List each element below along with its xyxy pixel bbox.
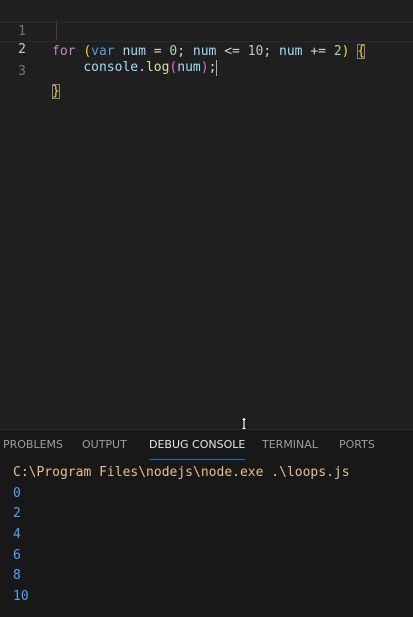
function-name: log xyxy=(145,60,170,75)
code-line-1[interactable]: 1 for (var num = 0; num <= 10; num += 2)… xyxy=(0,2,413,59)
dot: . xyxy=(138,60,146,75)
tab-ports[interactable]: PORTS xyxy=(339,430,375,460)
bottom-panel: PROBLEMS OUTPUT DEBUG CONSOLE TERMINAL P… xyxy=(0,429,413,617)
console-command: C:\Program Files\nodejs\node.exe .\loops… xyxy=(13,465,350,480)
debug-console-output[interactable]: C:\Program Files\nodejs\node.exe .\loops… xyxy=(13,463,350,608)
console-output-line: 6 xyxy=(13,547,21,563)
console-output-line: 10 xyxy=(13,589,29,605)
object-name: console xyxy=(83,60,139,75)
tab-problems[interactable]: PROBLEMS xyxy=(3,430,63,460)
code-line-3[interactable]: 3 } xyxy=(0,42,413,99)
variable: num xyxy=(177,60,201,75)
console-output-line: 2 xyxy=(13,506,21,522)
tab-terminal[interactable]: TERMINAL xyxy=(262,430,318,460)
matched-brace: } xyxy=(52,84,60,99)
tab-debug-console[interactable]: DEBUG CONSOLE xyxy=(149,430,246,460)
code-line-2[interactable]: 2 console.log(num); xyxy=(0,22,413,76)
panel-tabs: PROBLEMS OUTPUT DEBUG CONSOLE TERMINAL P… xyxy=(0,430,413,460)
bracket: ) xyxy=(200,60,209,75)
line-number: 3 xyxy=(18,64,26,79)
semicolon: ; xyxy=(208,60,217,75)
console-output-line: 0 xyxy=(13,485,21,501)
code-editor[interactable]: 1 for (var num = 0; num <= 10; num += 2)… xyxy=(0,0,413,425)
tab-output[interactable]: OUTPUT xyxy=(82,430,127,460)
code-text[interactable]: } xyxy=(52,82,60,102)
console-output-line: 4 xyxy=(13,527,21,543)
console-output-line: 8 xyxy=(13,568,21,584)
